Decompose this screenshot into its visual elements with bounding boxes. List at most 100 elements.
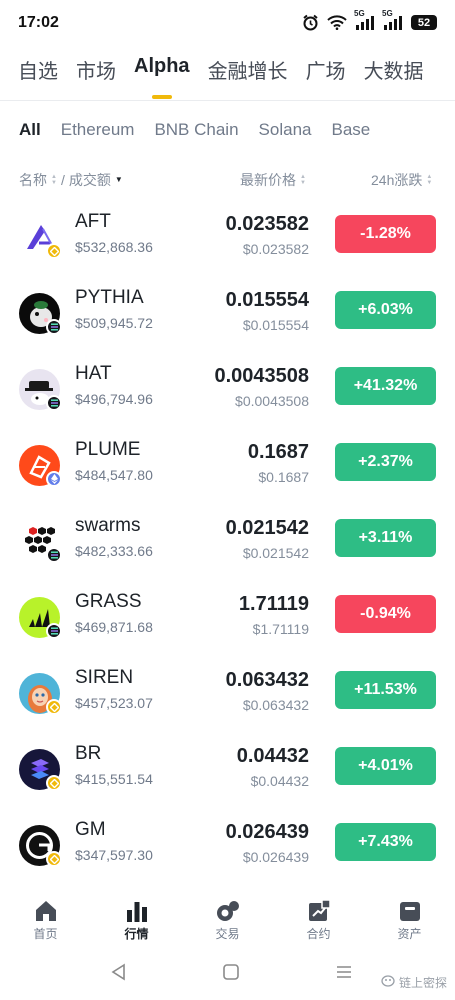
table-row[interactable]: PYTHIA $509,945.72 0.015554 $0.015554 +6… [0, 284, 455, 360]
token-price: 0.023582 [225, 213, 309, 235]
token-symbol: GM [75, 819, 106, 840]
token-volume: $347,597.30 [75, 847, 153, 863]
token-price: 0.021542 [225, 517, 309, 539]
nav-futures[interactable]: 合约 [273, 888, 364, 948]
table-row[interactable]: GM $347,597.30 0.026439 $0.026439 +7.43% [0, 816, 455, 892]
nav-assets[interactable]: 资产 [364, 888, 455, 948]
tab-earn[interactable]: 金融增长 [208, 55, 288, 84]
token-price-usd: $0.1687 [258, 469, 309, 485]
tab-label: 大数据 [363, 61, 424, 83]
chain-tab-solana[interactable]: Solana [259, 120, 312, 140]
bnb-chain-icon [46, 775, 62, 791]
tab-watchlist[interactable]: 自选 [18, 55, 58, 84]
home-button-icon[interactable] [222, 963, 240, 986]
sort-by-change[interactable]: 24h涨跌 ▲ ▼ [371, 170, 432, 190]
solana-chain-icon [46, 319, 62, 335]
header-volume-label: 成交额 [68, 172, 111, 188]
tab-square[interactable]: 广场 [306, 55, 346, 84]
token-symbol: swarms [75, 515, 141, 536]
table-row[interactable]: SIREN $457,523.07 0.063432 $0.063432 +11… [0, 664, 455, 740]
change-badge[interactable]: +11.53% [335, 671, 436, 709]
token-volume: $532,868.36 [75, 239, 153, 255]
token-symbol: PYTHIA [75, 287, 144, 308]
table-row[interactable]: GRASS $469,871.68 1.71119 $1.71119 -0.94… [0, 588, 455, 664]
token-price: 0.1687 [247, 441, 309, 463]
header-separator: / [60, 172, 65, 188]
active-tab-indicator [151, 95, 172, 99]
token-price-usd: $0.0043508 [235, 393, 309, 409]
nav-label: 合约 [306, 927, 331, 941]
token-price-usd: $0.04432 [250, 773, 309, 789]
watermark-logo-icon [381, 975, 395, 990]
tab-market[interactable]: 市场 [76, 55, 116, 84]
signal-label: 5G [382, 9, 393, 18]
bnb-chain-icon [46, 699, 62, 715]
header-price-label: 最新价格 [240, 172, 296, 188]
change-badge[interactable]: +4.01% [335, 747, 436, 785]
markets-icon [125, 894, 149, 922]
battery-icon: 52 [411, 15, 437, 30]
wifi-icon [327, 15, 347, 30]
sort-by-price[interactable]: 最新价格 ▲ ▼ [240, 170, 306, 190]
token-price: 0.015554 [225, 289, 309, 311]
change-badge[interactable]: +7.43% [335, 823, 436, 861]
chain-filter-tabs: All Ethereum BNB Chain Solana Base [19, 120, 390, 140]
chain-tab-ethereum[interactable]: Ethereum [61, 120, 135, 140]
table-row[interactable]: BR $415,551.54 0.04432 $0.04432 +4.01% [0, 740, 455, 816]
chain-tab-bnb-chain[interactable]: BNB Chain [154, 120, 238, 140]
table-row[interactable]: swarms $482,333.66 0.021542 $0.021542 +3… [0, 512, 455, 588]
nav-markets[interactable]: 行情 [91, 888, 182, 948]
sort-by-name[interactable]: 名称 [19, 170, 47, 190]
alarm-icon [302, 14, 319, 31]
token-symbol: BR [75, 743, 102, 764]
token-volume: $482,333.66 [75, 543, 153, 559]
token-volume: $509,945.72 [75, 315, 153, 331]
change-badge[interactable]: +41.32% [335, 367, 436, 405]
tab-label: Alpha [134, 55, 190, 77]
token-price-usd: $0.023582 [242, 241, 309, 257]
futures-icon [307, 894, 331, 922]
token-price-usd: $0.026439 [242, 849, 309, 865]
token-volume: $457,523.07 [75, 695, 153, 711]
tab-label: 市场 [76, 61, 116, 83]
table-row[interactable]: PLUME $484,547.80 0.1687 $0.1687 +2.37% [0, 436, 455, 512]
chain-tab-base[interactable]: Base [331, 120, 370, 140]
table-row[interactable]: HAT $496,794.96 0.0043508 $0.0043508 +41… [0, 360, 455, 436]
sort-by-volume[interactable]: 成交额 [69, 170, 111, 190]
tab-label: 自选 [18, 61, 58, 83]
nav-trade[interactable]: 交易 [182, 888, 273, 948]
change-badge[interactable]: +2.37% [335, 443, 436, 481]
wallet-icon [398, 894, 422, 922]
change-badge[interactable]: +3.11% [335, 519, 436, 557]
recents-icon[interactable] [335, 963, 353, 986]
token-symbol: HAT [75, 363, 112, 384]
nav-label: 首页 [33, 927, 58, 941]
change-badge[interactable]: -0.94% [335, 595, 436, 633]
token-price-usd: $0.015554 [242, 317, 309, 333]
token-price-usd: $0.021542 [242, 545, 309, 561]
chain-tab-all[interactable]: All [19, 120, 41, 140]
token-price-usd: $1.71119 [252, 621, 309, 637]
nav-label: 交易 [215, 927, 240, 941]
nav-home[interactable]: 首页 [0, 888, 91, 948]
change-badge[interactable]: -1.28% [335, 215, 436, 253]
sort-icon: ▲ ▼ [426, 174, 433, 186]
ethereum-chain-icon [46, 471, 62, 487]
solana-chain-icon [46, 623, 62, 639]
divider [0, 100, 455, 101]
token-volume: $496,794.96 [75, 391, 153, 407]
token-price: 1.71119 [238, 593, 309, 615]
back-icon[interactable] [110, 963, 126, 986]
token-price: 0.04432 [236, 745, 309, 767]
bottom-navigation: 首页 行情 交易 合约 资产 [0, 888, 455, 948]
tab-alpha[interactable]: Alpha [134, 55, 190, 99]
change-badge[interactable]: +6.03% [335, 291, 436, 329]
watermark-text: 链上密探 [398, 976, 447, 990]
sort-icon: ▲ ▼ [51, 174, 57, 186]
token-volume: $415,551.54 [75, 771, 153, 787]
watermark: 链上密探 [381, 974, 447, 991]
tab-data[interactable]: 大数据 [364, 55, 424, 84]
bnb-chain-icon [46, 243, 62, 259]
token-symbol: PLUME [75, 439, 141, 460]
table-row[interactable]: AFT $532,868.36 0.023582 $0.023582 -1.28… [0, 208, 455, 284]
